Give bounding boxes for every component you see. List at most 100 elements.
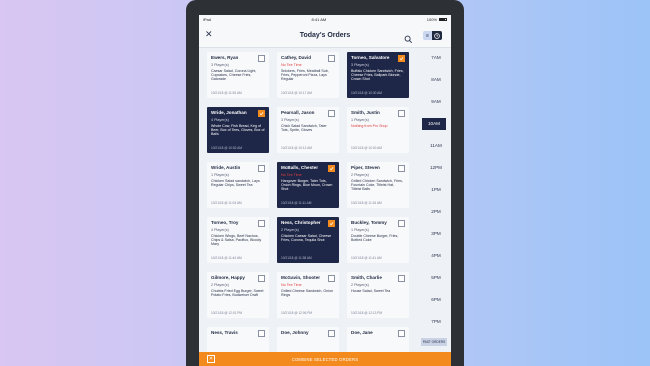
order-card[interactable]: Cathey, David No Tee Time Snickers, Frie… (277, 52, 339, 98)
time-slot[interactable]: 10AM (422, 118, 446, 130)
time-slot[interactable]: 3PM (421, 228, 451, 240)
order-timestamp: 10/21/18 @ 10:17 AM (281, 91, 312, 95)
checkmark-icon (259, 112, 264, 116)
order-timestamp: 10/21/18 @ 11:41 AM (351, 256, 382, 260)
order-card[interactable]: Torneo, Salvatore 3 Player(s) Buffalo Ch… (347, 52, 409, 98)
checkmark-icon (329, 167, 334, 171)
list-icon[interactable]: ≡ (423, 31, 432, 40)
order-select-checkbox[interactable] (398, 275, 405, 282)
order-items: Hangover Burger, Tater Tots, Onion Rings… (281, 179, 333, 192)
order-timestamp: 10/21/18 @ 10:52 AM (211, 146, 242, 150)
search-icon[interactable] (404, 31, 413, 44)
order-select-checkbox[interactable] (258, 55, 265, 62)
order-players: 2 Player(s) (211, 282, 229, 287)
order-players: No Tee Time (281, 172, 302, 177)
order-players: 3 Player(s) (351, 62, 369, 67)
order-timestamp: 10/21/18 @ 10:00 AM (351, 146, 382, 150)
orders-grid: Ewers, Ryan 3 Player(s) Caesar Salad, Co… (207, 52, 413, 366)
order-players: 3 Player(s) (211, 62, 229, 67)
time-slot[interactable]: 11AM (421, 140, 451, 152)
order-select-checkbox[interactable] (328, 220, 335, 227)
order-select-checkbox[interactable] (258, 110, 265, 117)
order-card[interactable]: Piper, Steven 2 Player(s) Grilled Chicke… (347, 162, 409, 208)
order-card[interactable]: McGavin, Shooter No Tee Time Grilled Che… (277, 272, 339, 318)
order-card[interactable]: Smith, Charlie 2 Player(s) House Salad, … (347, 272, 409, 318)
order-select-checkbox[interactable] (398, 165, 405, 172)
order-select-checkbox[interactable] (328, 165, 335, 172)
order-players: 4 Player(s) (211, 227, 229, 232)
order-select-checkbox[interactable] (328, 275, 335, 282)
order-select-checkbox[interactable] (258, 220, 265, 227)
time-slot[interactable]: 12PM (421, 162, 451, 174)
order-select-checkbox[interactable] (398, 110, 405, 117)
time-slot[interactable]: 1PM (421, 184, 451, 196)
order-card[interactable]: Wride, Austin 1 Player(s) Chicken Salad … (207, 162, 269, 208)
time-slot[interactable]: 4PM (421, 250, 451, 262)
order-players: No Tee Time (281, 62, 302, 67)
order-customer-name: McBalls, Chester (281, 165, 319, 170)
order-customer-name: Buckley, Tommy (351, 220, 387, 225)
time-slot[interactable]: 8AM (421, 74, 451, 86)
order-players: 1 Player(s) (351, 117, 369, 122)
order-select-checkbox[interactable] (258, 275, 265, 282)
time-slot[interactable]: 9AM (421, 96, 451, 108)
order-select-checkbox[interactable] (328, 110, 335, 117)
order-customer-name: Doe, Jane (351, 330, 373, 335)
order-customer-name: Ness, Christopher (281, 220, 321, 225)
order-customer-name: Wride, Jonathan (211, 110, 247, 115)
order-select-checkbox[interactable] (398, 220, 405, 227)
checkmark-icon (399, 57, 404, 61)
order-items: Nothing from Pro Shop (351, 124, 388, 128)
order-customer-name: Torneo, Troy (211, 220, 239, 225)
time-slot[interactable]: 6PM (421, 294, 451, 306)
order-card[interactable]: Pearsall, Jason 3 Player(s) Chick Salad … (277, 107, 339, 153)
order-items: House Salad, Sweet Tea (351, 289, 391, 293)
order-players: 2 Player(s) (281, 227, 299, 232)
order-items: Buffalo Chicken Sandwich, Fries, Cheese … (351, 69, 404, 82)
combine-orders-button[interactable]: COMBINE SELECTED ORDERS (292, 357, 359, 362)
order-select-checkbox[interactable] (328, 330, 335, 337)
page-title: Today's Orders (299, 32, 351, 39)
order-select-checkbox[interactable] (258, 165, 265, 172)
order-items: Grilled Chicken Sandwich, Fries, Fountai… (351, 179, 403, 192)
order-card[interactable]: Torneo, Troy 4 Player(s) Chicken Wings, … (207, 217, 269, 263)
time-slot[interactable]: 5PM (421, 272, 451, 284)
order-players: 3 Player(s) (281, 117, 299, 122)
order-timestamp: 10/21/18 @ 12:06 PM (281, 311, 313, 315)
order-items: Chick Salad Sandwich, Tater Tots, Sprite… (281, 124, 327, 133)
order-timestamp: 10/21/18 @ 11:11 AM (281, 201, 312, 205)
battery-label: 100% (426, 17, 437, 22)
status-right: 100% (427, 17, 447, 22)
order-select-checkbox[interactable] (258, 330, 265, 337)
order-card[interactable]: Ewers, Ryan 3 Player(s) Caesar Salad, Co… (207, 52, 269, 98)
order-players: 2 Player(s) (351, 172, 369, 177)
order-card[interactable]: Wride, Jonathan 4 Player(s) Whole Cow, F… (207, 107, 269, 153)
view-mode-toggle: ≡ (423, 31, 442, 40)
order-card[interactable]: Gilmore, Happy 2 Player(s) Chubbs Fried … (207, 272, 269, 318)
order-items: Grilled Cheese Sandwich, Onion Rings (281, 289, 333, 298)
time-slot[interactable]: 2PM (421, 206, 451, 218)
clear-selection-icon[interactable]: ✕ (207, 355, 215, 363)
time-slot[interactable]: 7AM (421, 52, 451, 64)
close-icon[interactable]: ✕ (205, 30, 213, 39)
order-timestamp: 10/21/18 @ 10:12 AM (281, 146, 312, 150)
order-select-checkbox[interactable] (398, 330, 405, 337)
order-card[interactable]: Smith, Justin 1 Player(s) Nothing from P… (347, 107, 409, 153)
time-slot[interactable]: 7PM (421, 316, 451, 328)
order-customer-name: Wride, Austin (211, 165, 241, 170)
order-timestamp: 10/21/18 @ 11:03 AM (211, 201, 242, 205)
order-timestamp: 10/21/18 @ 12:01 PM (211, 311, 243, 315)
order-timestamp: 10/21/18 @ 10:30 AM (351, 91, 382, 95)
order-card[interactable]: Buckley, Tommy 1 Player(s) Double Cheese… (347, 217, 409, 263)
past-orders-button[interactable]: PAST ORDERS (421, 338, 447, 346)
clock-icon[interactable] (432, 31, 442, 40)
order-customer-name: Ewers, Ryan (211, 55, 239, 60)
order-card[interactable]: McBalls, Chester No Tee Time Hangover Bu… (277, 162, 339, 208)
order-customer-name: Piper, Steven (351, 165, 380, 170)
order-card[interactable]: Ness, Christopher 2 Player(s) Chicken Ca… (277, 217, 339, 263)
order-select-checkbox[interactable] (398, 55, 405, 62)
order-items: Chicken Caesar Salad, Cheese Fries, Coro… (281, 234, 332, 243)
order-select-checkbox[interactable] (328, 55, 335, 62)
order-customer-name: Pearsall, Jason (281, 110, 315, 115)
combine-orders-bar[interactable]: ✕ COMBINE SELECTED ORDERS (199, 352, 451, 366)
